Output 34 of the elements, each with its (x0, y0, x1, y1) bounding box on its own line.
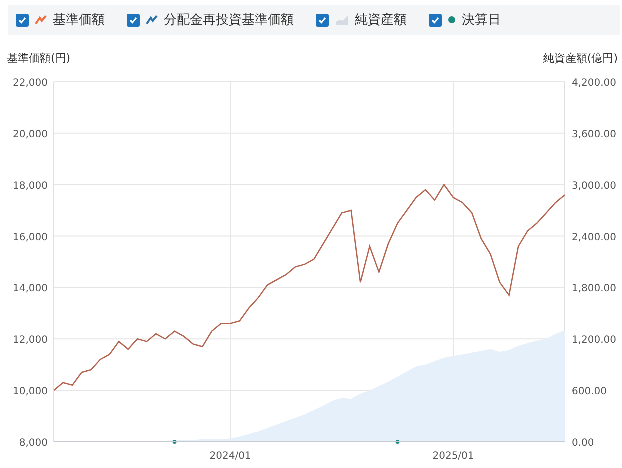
check-icon (129, 16, 138, 24)
axis-label: 1,200.00 (572, 335, 617, 346)
axis-label: 2025/01 (432, 451, 474, 462)
axis-label: 16,000 (13, 232, 48, 244)
axis-label: 600.00 (572, 386, 607, 398)
legend-label: 純資産額 (355, 12, 407, 29)
legend-checkbox[interactable] (127, 14, 140, 26)
check-icon (318, 16, 327, 24)
axis-label: 18,000 (13, 180, 48, 192)
legend-checkbox[interactable] (316, 14, 329, 26)
check-icon (18, 16, 27, 24)
legend-checkbox[interactable] (16, 14, 29, 26)
axis-label: 10,000 (13, 386, 48, 398)
axis-label: 4,200.00 (572, 78, 617, 89)
axis-title: 基準価額(円) (7, 51, 71, 66)
axis-label: 2,400.00 (572, 232, 617, 244)
axis-label: 22,000 (13, 78, 48, 89)
axis-label: 12,000 (13, 335, 48, 346)
axis-label: 20,000 (13, 129, 48, 140)
settlement-dot (396, 440, 400, 444)
legend-checkbox[interactable] (429, 14, 442, 26)
axis-label: 2024/01 (210, 451, 252, 462)
axis-title: 純資産額(億円) (543, 51, 618, 66)
axis-label: 3,000.00 (572, 180, 617, 192)
axis-label: 3,600.00 (572, 129, 617, 140)
axis-label: 14,000 (13, 284, 48, 295)
axis-label: 8,000 (19, 438, 48, 449)
axis-label: 0.00 (572, 438, 594, 449)
legend-label: 基準価額 (53, 12, 105, 29)
legend-label: 決算日 (462, 12, 501, 29)
axis-label: 1,800.00 (572, 284, 617, 295)
settlement-dot (172, 440, 177, 444)
check-icon (431, 16, 440, 24)
legend-label: 分配金再投資基準価額 (164, 12, 294, 29)
